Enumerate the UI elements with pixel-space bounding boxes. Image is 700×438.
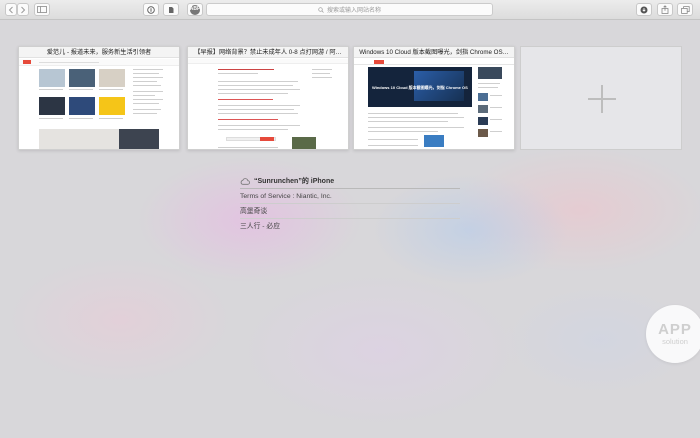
back-button[interactable] [5,3,17,16]
icloud-tab-item[interactable]: 三人行 - 必应 [240,219,460,234]
forward-icon [21,6,26,13]
tabs-overview-button[interactable] [677,3,693,16]
search-icon [318,6,324,13]
tab-thumbnail-morning-news[interactable]: 【早报】网络背景？禁止未成年人 0-8 点打网游 / 阿… [187,46,349,150]
device-name: “Sunrunchen”的 iPhone [254,178,335,185]
evernote-icon [169,6,174,13]
sidebar-icon [37,6,47,13]
extension-button[interactable] [163,3,179,16]
tab-preview [19,59,179,149]
new-tab-button[interactable] [520,46,682,150]
icloud-tab-item[interactable]: Terms of Service : Niantic, Inc. [240,189,460,204]
tab-preview [188,59,348,149]
watermark-line-1: APP [658,321,692,338]
back-icon [8,6,13,13]
watermark-line-2: solution [662,337,688,346]
download-button[interactable] [636,3,652,16]
tab-title: 【早报】网络背景？禁止未成年人 0-8 点打网游 / 阿… [188,47,348,58]
abp-icon: ABP [190,4,200,15]
cloud-icon [240,177,250,185]
reader-button[interactable] [143,3,159,16]
address-placeholder: 搜索或输入网站名称 [326,8,381,14]
tab-title: Windows 10 Cloud 版本截图曝光，剑指 Chrome OS… [354,47,514,58]
address-bar[interactable]: 搜索或输入网站名称 [206,3,493,16]
tabs-icon [680,5,690,14]
tab-thumbnail-windows-cloud[interactable]: Windows 10 Cloud 版本截图曝光，剑指 Chrome OS… Wi… [353,46,515,150]
icloud-tabs: “Sunrunchen”的 iPhone Terms of Service : … [240,176,460,234]
app-solution-watermark: APP solution [646,305,700,363]
share-icon [661,5,669,14]
reader-icon [147,5,155,14]
icloud-tab-item[interactable]: 高堡奇谈 [240,204,460,219]
forward-button[interactable] [17,3,29,16]
share-button[interactable] [657,3,673,16]
abp-button[interactable]: ABP [187,3,203,16]
toolbar: ABP 搜索或输入网站名称 [0,0,700,20]
tab-banner-text: Windows 10 Cloud 版本截图曝光，剑指 Chrome OS [372,85,468,90]
download-icon [640,6,648,13]
tab-title: 爱范儿 - 报道未来，服务新生活引领者 [19,47,179,58]
sidebar-button[interactable] [34,3,50,16]
tab-thumbnail-ifanr[interactable]: 爱范儿 - 报道未来，服务新生活引领者 [18,46,180,150]
tab-preview: Windows 10 Cloud 版本截图曝光，剑指 Chrome OS [354,59,514,149]
icloud-device-header: “Sunrunchen”的 iPhone [240,176,460,189]
